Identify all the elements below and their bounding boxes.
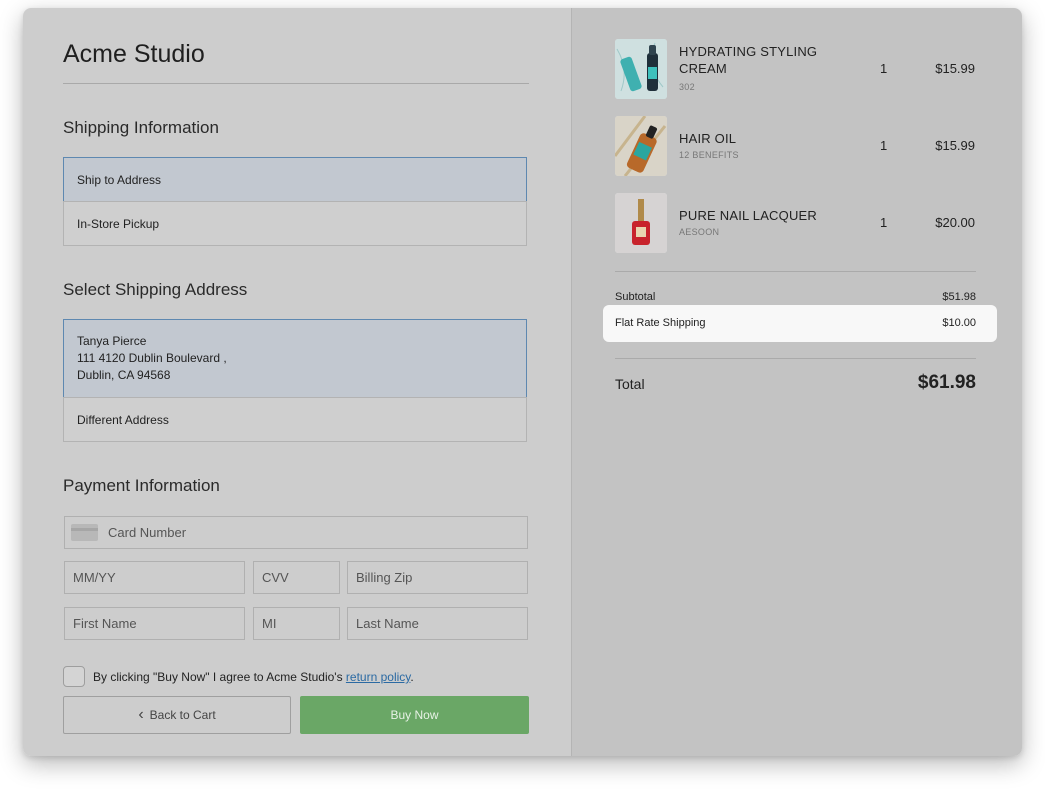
subtotal-row: Subtotal $51.98 xyxy=(615,291,976,303)
expiry-field[interactable]: MM/YY xyxy=(64,561,245,594)
middle-initial-field[interactable]: MI xyxy=(253,607,340,640)
checkout-window: Acme Studio Shipping Information Ship to… xyxy=(23,8,1022,756)
total-value: $61.98 xyxy=(917,372,976,393)
card-number-field[interactable]: Card Number xyxy=(64,516,528,549)
buy-now-label: Buy Now xyxy=(390,708,439,722)
shipping-label: Flat Rate Shipping xyxy=(615,317,706,329)
agreement-end: . xyxy=(410,670,414,684)
ship-to-address-option[interactable]: Ship to Address xyxy=(63,157,527,202)
item-subtitle: AESOON xyxy=(679,227,720,237)
in-store-pickup-option[interactable]: In-Store Pickup xyxy=(63,201,527,246)
saved-address-option[interactable]: Tanya Pierce 111 4120 Dublin Boulevard ,… xyxy=(63,319,527,398)
last-name-field[interactable]: Last Name xyxy=(347,607,528,640)
checkout-form-panel: Acme Studio Shipping Information Ship to… xyxy=(23,8,571,756)
item-subtitle: 12 BENEFITS xyxy=(679,150,739,160)
shipping-row: Flat Rate Shipping $10.00 xyxy=(615,317,976,329)
cart-item: HAIR OIL 12 BENEFITS 1 $15.99 xyxy=(615,116,975,178)
item-quantity: 1 xyxy=(880,61,888,76)
cart-item: HYDRATING STYLING CREAM 302 1 $15.99 xyxy=(615,39,975,101)
hair-oil-product-image xyxy=(615,116,667,176)
cvv-field[interactable]: CVV xyxy=(253,561,340,594)
first-name-placeholder: First Name xyxy=(73,616,137,631)
billing-zip-field[interactable]: Billing Zip xyxy=(347,561,528,594)
first-name-field[interactable]: First Name xyxy=(64,607,245,640)
item-subtitle: 302 xyxy=(679,82,695,92)
order-summary-panel: HYDRATING STYLING CREAM 302 1 $15.99 HAI… xyxy=(572,8,1022,756)
item-name: HYDRATING STYLING CREAM xyxy=(679,44,818,76)
divider xyxy=(615,358,976,359)
shipping-info-title: Shipping Information xyxy=(63,118,219,137)
address-line1: 111 4120 Dublin Boulevard , xyxy=(77,351,227,365)
different-address-option[interactable]: Different Address xyxy=(63,397,527,442)
item-quantity: 1 xyxy=(880,215,888,230)
address-name: Tanya Pierce xyxy=(77,334,147,348)
option-label: Different Address xyxy=(77,412,169,427)
cvv-placeholder: CVV xyxy=(262,570,289,585)
address-line2: Dublin, CA 94568 xyxy=(77,368,171,382)
item-quantity: 1 xyxy=(880,138,888,153)
back-to-cart-label: Back to Cart xyxy=(149,708,216,722)
agree-checkbox[interactable] xyxy=(63,666,85,687)
return-policy-link[interactable]: return policy xyxy=(346,670,410,684)
mi-placeholder: MI xyxy=(262,616,277,631)
hair-cream-product-image xyxy=(615,39,667,99)
back-to-cart-button[interactable]: ‹ Back to Cart xyxy=(63,696,291,734)
card-number-placeholder: Card Number xyxy=(108,525,187,540)
subtotal-value: $51.98 xyxy=(942,291,976,303)
agreement-label: By clicking "Buy Now" I agree to Acme St… xyxy=(93,670,346,684)
cart-item: PURE NAIL LACQUER AESOON 1 $20.00 xyxy=(615,193,975,255)
chevron-left-icon: ‹ xyxy=(138,706,144,723)
item-name: HAIR OIL xyxy=(679,131,737,146)
item-name: PURE NAIL LACQUER xyxy=(679,208,818,223)
brand-title: Acme Studio xyxy=(63,40,205,68)
subtotal-label: Subtotal xyxy=(615,291,656,303)
expiry-placeholder: MM/YY xyxy=(73,570,116,585)
agreement-text: By clicking "Buy Now" I agree to Acme St… xyxy=(93,670,414,684)
divider xyxy=(615,271,976,272)
item-price: $20.00 xyxy=(935,215,975,230)
select-address-title: Select Shipping Address xyxy=(63,280,248,299)
last-name-placeholder: Last Name xyxy=(356,616,419,631)
item-price: $15.99 xyxy=(935,138,975,153)
shipping-value: $10.00 xyxy=(942,317,976,329)
divider xyxy=(63,83,529,84)
payment-info-title: Payment Information xyxy=(63,476,220,495)
option-label: Ship to Address xyxy=(77,172,162,187)
credit-card-icon xyxy=(71,524,98,541)
item-price: $15.99 xyxy=(935,61,975,76)
billing-zip-placeholder: Billing Zip xyxy=(356,570,413,585)
option-label: In-Store Pickup xyxy=(77,216,160,231)
buy-now-button[interactable]: Buy Now xyxy=(300,696,529,734)
nail-lacquer-product-image xyxy=(615,193,667,253)
saved-address: Tanya Pierce 111 4120 Dublin Boulevard ,… xyxy=(77,320,227,384)
